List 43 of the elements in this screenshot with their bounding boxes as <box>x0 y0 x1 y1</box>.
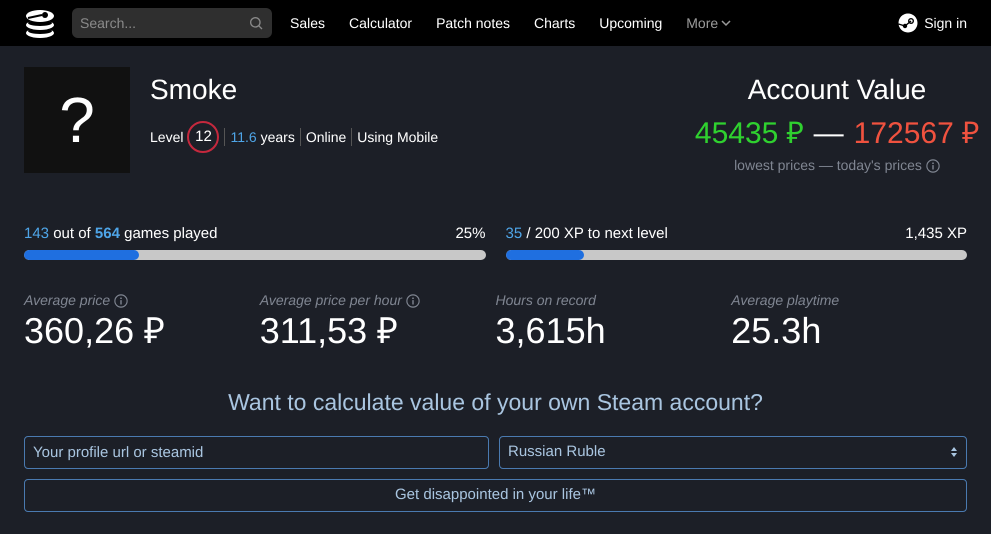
value-separator: — <box>814 116 844 152</box>
avatar: ? <box>24 67 130 173</box>
nav-link[interactable]: Upcoming <box>593 12 668 34</box>
currency-select[interactable]: Russian Ruble <box>499 436 967 468</box>
profile-name: Smoke <box>150 73 238 107</box>
stat-label: Average price <box>24 291 110 310</box>
progress-value: 1,435 XP <box>905 224 967 244</box>
stat-label: Average price per hour <box>260 291 402 310</box>
online-status: Online <box>306 128 346 146</box>
profile-input[interactable]: Your profile url or steamid <box>24 436 489 468</box>
calculator-heading: Want to calculate value of your own Steam account? <box>227 388 764 417</box>
level-badge: 12 <box>187 121 220 153</box>
price-caption: lowest prices — today's prices <box>734 156 922 175</box>
stat-label: Average playtime <box>731 291 840 310</box>
more-menu[interactable]: More <box>680 12 738 34</box>
sign-in-link[interactable]: Sign in <box>898 12 967 34</box>
device-status: Using Mobile <box>357 128 438 147</box>
nav-link[interactable]: Calculator <box>343 12 418 34</box>
steam-icon <box>898 13 918 33</box>
sort-icon <box>950 446 958 458</box>
info-icon <box>406 294 420 308</box>
progress-label: 35 / 200 XP to next level <box>506 224 668 244</box>
today-value: 172567 ₽ <box>854 116 980 152</box>
stat-value: 311,53 ₽ <box>260 311 400 351</box>
progress-value: 25% <box>455 224 486 244</box>
search-field[interactable]: Search... <box>72 8 272 38</box>
stat-value: 360,26 ₽ <box>24 311 166 351</box>
account-age: 11.6 years <box>230 128 295 147</box>
nav-link[interactable]: Charts <box>528 12 582 34</box>
progress-label: 143 out of 564 games played <box>24 224 218 244</box>
lowest-value: 45435 ₽ <box>694 116 804 152</box>
nav-link[interactable]: Patch notes <box>430 12 516 34</box>
logo-icon[interactable] <box>24 7 56 39</box>
search-icon <box>248 15 264 31</box>
info-icon <box>114 294 128 308</box>
stat-label: Hours on record <box>496 291 596 310</box>
level-label: Level <box>150 128 184 146</box>
calculate-button[interactable]: Get disappointed in your life™ <box>24 478 967 512</box>
stat-value: 3,615h <box>496 311 607 351</box>
account-value-title: Account Value <box>748 73 926 107</box>
stat-value: 25.3h <box>731 311 822 351</box>
nav-link[interactable]: Sales <box>284 12 332 34</box>
info-icon <box>926 158 940 172</box>
